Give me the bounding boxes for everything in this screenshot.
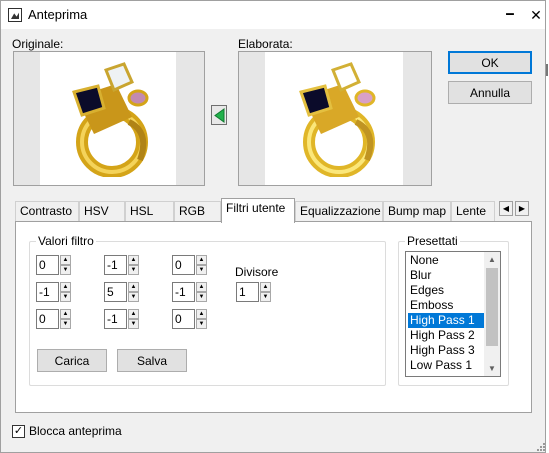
matrix-cell-1-2[interactable]: -1 ▲ ▼ bbox=[104, 255, 139, 275]
tab-bump-map[interactable]: Bump map bbox=[383, 201, 451, 221]
tab-filtri-utente[interactable]: Filtri utente bbox=[221, 198, 295, 223]
matrix-cell-1-1[interactable]: 0 ▲ ▼ bbox=[36, 255, 71, 275]
preset-item[interactable]: High Pass 2 bbox=[408, 328, 486, 343]
tab-equalizzazione[interactable]: Equalizzazione bbox=[295, 201, 383, 221]
preset-item-selected[interactable]: High Pass 1 bbox=[408, 313, 486, 328]
tab-hsl[interactable]: HSL bbox=[125, 201, 174, 221]
original-label: Originale: bbox=[12, 37, 64, 51]
spin-up-icon[interactable]: ▲ bbox=[196, 255, 207, 265]
close-button[interactable]: ✕ bbox=[521, 1, 549, 29]
spin-up-icon[interactable]: ▲ bbox=[260, 282, 271, 292]
matrix-cell-value[interactable]: 0 bbox=[172, 309, 195, 329]
spin-down-icon[interactable]: ▼ bbox=[128, 319, 139, 329]
lock-preview-label[interactable]: Blocca anteprima bbox=[29, 424, 122, 438]
matrix-cell-1-3[interactable]: 0 ▲ ▼ bbox=[172, 255, 207, 275]
spin-down-icon[interactable]: ▼ bbox=[196, 319, 207, 329]
window-title: Anteprima bbox=[28, 7, 88, 22]
divisor-value[interactable]: 1 bbox=[236, 282, 259, 302]
spin-down-icon[interactable]: ▼ bbox=[196, 265, 207, 275]
divisor-label: Divisore bbox=[235, 265, 279, 279]
scroll-down-icon[interactable]: ▼ bbox=[484, 361, 500, 376]
spin-down-icon[interactable]: ▼ bbox=[60, 265, 71, 275]
cancel-button[interactable]: Annulla bbox=[448, 81, 532, 104]
spin-up-icon[interactable]: ▲ bbox=[60, 255, 71, 265]
spin-up-icon[interactable]: ▲ bbox=[60, 309, 71, 319]
copy-to-preview-button[interactable] bbox=[211, 105, 227, 125]
spin-up-icon[interactable]: ▲ bbox=[128, 255, 139, 265]
original-image-panel bbox=[13, 51, 205, 186]
ok-button[interactable]: OK bbox=[448, 51, 532, 74]
green-left-arrow-icon bbox=[214, 108, 225, 123]
tab-lente[interactable]: Lente bbox=[451, 201, 495, 221]
spin-up-icon[interactable]: ▲ bbox=[128, 282, 139, 292]
app-icon bbox=[8, 8, 22, 22]
tab-hsv[interactable]: HSV bbox=[79, 201, 125, 221]
matrix-cell-2-3[interactable]: -1 ▲ ▼ bbox=[172, 282, 207, 302]
matrix-cell-value[interactable]: 0 bbox=[36, 309, 59, 329]
matrix-cell-2-1[interactable]: -1 ▲ ▼ bbox=[36, 282, 71, 302]
preset-item[interactable]: None bbox=[408, 253, 486, 268]
spin-down-icon[interactable]: ▼ bbox=[128, 265, 139, 275]
presets-title: Presettati bbox=[405, 234, 460, 248]
matrix-cell-value[interactable]: 5 bbox=[104, 282, 127, 302]
matrix-cell-value[interactable]: -1 bbox=[104, 255, 127, 275]
preset-item[interactable]: Blur bbox=[408, 268, 486, 283]
presets-list[interactable]: None Blur Edges Emboss High Pass 1 High … bbox=[405, 251, 501, 377]
processed-label: Elaborata: bbox=[238, 37, 293, 51]
matrix-cell-2-2[interactable]: 5 ▲ ▼ bbox=[104, 282, 139, 302]
spin-up-icon[interactable]: ▲ bbox=[128, 309, 139, 319]
preview-dialog: Anteprima 🗕 ✕ Originale: Elaborata: OK A… bbox=[0, 0, 546, 453]
preset-item[interactable]: Edges bbox=[408, 283, 486, 298]
preset-item[interactable]: Low Pass 1 bbox=[408, 358, 486, 373]
matrix-cell-value[interactable]: -1 bbox=[104, 309, 127, 329]
ring-image-processed bbox=[299, 62, 376, 177]
tab-scroll-left-icon[interactable]: ◀ bbox=[499, 201, 513, 216]
matrix-cell-value[interactable]: -1 bbox=[172, 282, 195, 302]
spin-down-icon[interactable]: ▼ bbox=[60, 292, 71, 302]
tab-scroll-right-icon[interactable]: ▶ bbox=[515, 201, 529, 216]
spin-up-icon[interactable]: ▲ bbox=[196, 309, 207, 319]
load-button[interactable]: Carica bbox=[37, 349, 107, 372]
spin-up-icon[interactable]: ▲ bbox=[60, 282, 71, 292]
scroll-thumb[interactable] bbox=[486, 268, 498, 346]
matrix-cell-value[interactable]: -1 bbox=[36, 282, 59, 302]
tab-rgb[interactable]: RGB bbox=[174, 201, 221, 221]
matrix-cell-3-3[interactable]: 0 ▲ ▼ bbox=[172, 309, 207, 329]
preset-item[interactable]: High Pass 3 bbox=[408, 343, 486, 358]
ring-image-original bbox=[72, 62, 149, 177]
matrix-cell-3-2[interactable]: -1 ▲ ▼ bbox=[104, 309, 139, 329]
processed-image-panel bbox=[238, 51, 432, 186]
scroll-up-icon[interactable]: ▲ bbox=[484, 252, 500, 267]
divisor-stepper[interactable]: 1 ▲ ▼ bbox=[236, 282, 271, 302]
spin-down-icon[interactable]: ▼ bbox=[128, 292, 139, 302]
lock-preview-checkbox[interactable]: ✓ bbox=[12, 425, 25, 438]
resize-grip-icon[interactable] bbox=[535, 441, 545, 451]
matrix-cell-value[interactable]: 0 bbox=[36, 255, 59, 275]
title-bar: Anteprima 🗕 ✕ bbox=[1, 1, 545, 29]
spin-down-icon[interactable]: ▼ bbox=[260, 292, 271, 302]
tab-contrasto[interactable]: Contrasto bbox=[15, 201, 79, 221]
spin-down-icon[interactable]: ▼ bbox=[196, 292, 207, 302]
matrix-cell-3-1[interactable]: 0 ▲ ▼ bbox=[36, 309, 71, 329]
preset-item[interactable]: Emboss bbox=[408, 298, 486, 313]
spin-up-icon[interactable]: ▲ bbox=[196, 282, 207, 292]
spin-down-icon[interactable]: ▼ bbox=[60, 319, 71, 329]
matrix-cell-value[interactable]: 0 bbox=[172, 255, 195, 275]
save-button[interactable]: Salva bbox=[117, 349, 187, 372]
presets-scrollbar[interactable]: ▲ ▼ bbox=[484, 252, 500, 376]
filter-values-title: Valori filtro bbox=[36, 234, 96, 248]
